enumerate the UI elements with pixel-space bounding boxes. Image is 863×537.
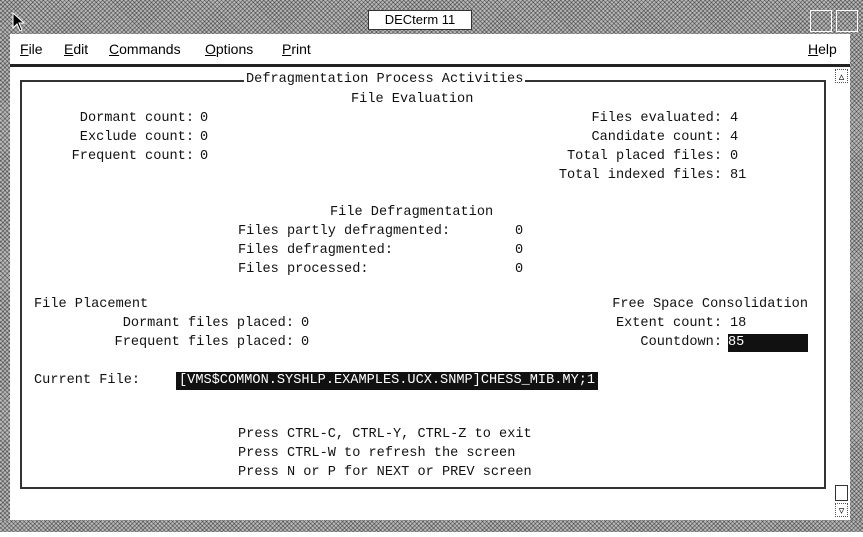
- files-evaluated-value: 4: [730, 111, 739, 126]
- menu-bar: File Edit Commands Options Print Help: [10, 34, 850, 67]
- candidate-count-label: Candidate count:: [591, 130, 722, 145]
- minimize-button[interactable]: [810, 10, 832, 32]
- extent-count-label: Extent count:: [615, 316, 722, 331]
- menu-print-label: rint: [291, 41, 311, 57]
- menu-help-label: elp: [818, 41, 837, 57]
- files-defragmented-label: Files defragmented:: [238, 243, 393, 258]
- menu-help-mnemonic: H: [808, 41, 819, 57]
- exclude-count-label: Exclude count:: [79, 130, 194, 145]
- scroll-thumb[interactable]: [835, 485, 848, 501]
- countdown-value: 85: [728, 334, 808, 352]
- menu-options-mnemonic: O: [205, 41, 216, 57]
- mouse-cursor-icon: [12, 12, 26, 32]
- menu-edit-label: dit: [73, 41, 89, 57]
- screen-title: Defragmentation Process Activities: [244, 71, 526, 89]
- decterm-window: DECterm 11 File Edit Commands Options Pr…: [0, 0, 863, 532]
- scroll-down-arrow-icon[interactable]: ▿: [835, 503, 848, 517]
- current-file-value: [VMS$COMMON.SYSHLP.EXAMPLES.UCX.SNMP]CHE…: [176, 372, 599, 390]
- exclude-count-value: 0: [200, 130, 209, 145]
- frequent-files-placed-label: Frequent files placed:: [114, 335, 294, 350]
- files-defragmented-value: 0: [515, 243, 524, 258]
- candidate-count-value: 4: [730, 130, 739, 145]
- defrag-screen-box: Defragmentation Process Activities File …: [20, 71, 826, 489]
- dormant-files-placed-label: Dormant files placed:: [122, 316, 294, 331]
- instruction-exit: Press CTRL-C, CTRL-Y, CTRL-Z to exit: [238, 427, 532, 442]
- scroll-up-arrow-icon[interactable]: ▵: [835, 69, 848, 83]
- files-evaluated-label: Files evaluated:: [591, 111, 722, 126]
- extent-count-value: 18: [730, 316, 747, 331]
- file-placement-heading: File Placement: [34, 297, 149, 312]
- title-bar[interactable]: DECterm 11: [0, 0, 863, 35]
- current-file-label: Current File:: [34, 373, 141, 388]
- menu-options[interactable]: Options: [205, 41, 253, 57]
- menu-commands-mnemonic: C: [109, 41, 120, 57]
- total-indexed-files-label: Total indexed files:: [558, 168, 722, 183]
- frequent-count-label: Frequent count:: [71, 149, 194, 164]
- total-placed-files-label: Total placed files:: [567, 149, 722, 164]
- maximize-button[interactable]: [836, 10, 858, 32]
- menu-help[interactable]: Help: [808, 41, 837, 57]
- instruction-refresh: Press CTRL-W to refresh the screen: [238, 446, 516, 461]
- menu-edit-mnemonic: E: [64, 41, 74, 57]
- instruction-next-prev: Press N or P for NEXT or PREV screen: [238, 465, 532, 480]
- menu-commands[interactable]: Commands: [109, 41, 181, 57]
- window-menu-button[interactable]: [2, 10, 32, 34]
- files-processed-value: 0: [515, 262, 524, 277]
- files-processed-label: Files processed:: [238, 262, 369, 277]
- window-title: DECterm 11: [368, 10, 472, 30]
- menu-file-label: ile: [28, 41, 43, 57]
- menu-options-label: ptions: [215, 41, 254, 57]
- menu-file[interactable]: File: [20, 41, 43, 57]
- dormant-count-value: 0: [200, 111, 209, 126]
- files-partly-defragmented-value: 0: [515, 224, 524, 239]
- menu-commands-label: ommands: [119, 41, 181, 57]
- files-partly-defragmented-label: Files partly defragmented:: [238, 224, 451, 239]
- vertical-scrollbar[interactable]: ▵ ▿: [833, 67, 850, 520]
- dormant-count-label: Dormant count:: [79, 111, 194, 126]
- total-indexed-files-value: 81: [730, 168, 747, 183]
- free-space-consolidation-heading: Free Space Consolidation: [612, 297, 808, 312]
- menu-file-mnemonic: F: [20, 41, 29, 57]
- total-placed-files-value: 0: [730, 149, 739, 164]
- window-frame-left[interactable]: [0, 34, 10, 530]
- menu-edit[interactable]: Edit: [64, 41, 88, 57]
- file-evaluation-heading: File Evaluation: [351, 92, 474, 107]
- menu-print[interactable]: Print: [282, 41, 311, 57]
- dormant-files-placed-value: 0: [301, 316, 310, 331]
- frequent-files-placed-value: 0: [301, 335, 310, 350]
- frequent-count-value: 0: [200, 149, 209, 164]
- menu-print-mnemonic: P: [282, 41, 292, 57]
- window-frame-bottom[interactable]: [0, 520, 863, 532]
- file-defragmentation-heading: File Defragmentation: [330, 205, 494, 220]
- countdown-label: Countdown:: [640, 335, 722, 350]
- window-frame-right[interactable]: [850, 34, 863, 530]
